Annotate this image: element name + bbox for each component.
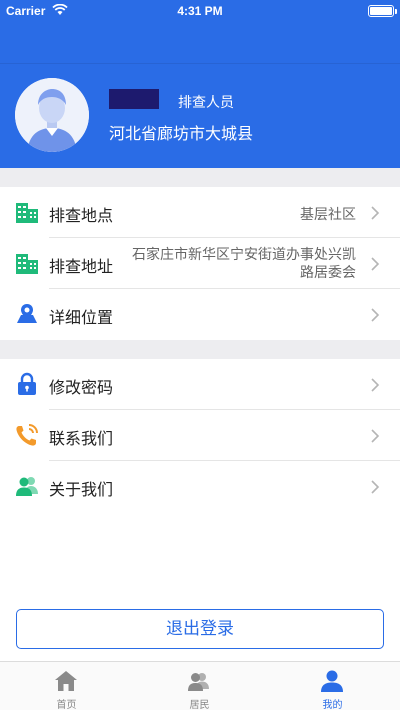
tab-label: 居民 bbox=[189, 700, 210, 710]
building-icon bbox=[15, 251, 39, 275]
menu-label: 关于我们 bbox=[49, 480, 114, 499]
tab-me[interactable]: 我的 bbox=[266, 662, 399, 710]
menu-row-address[interactable]: 排查地址 石家庄市新华区宁安街道办事处兴凯路居委会 bbox=[0, 238, 400, 289]
menu-value: 石家庄市新华区宁安街道办事处兴凯路居委会 bbox=[132, 247, 356, 281]
phone-icon bbox=[15, 423, 39, 447]
home-icon bbox=[54, 669, 78, 693]
section-gap bbox=[0, 340, 400, 359]
logout-button[interactable]: 退出登录 bbox=[16, 609, 384, 649]
tab-bar: 首页 居民 我的 bbox=[0, 661, 400, 710]
menu-row-change-password[interactable]: 修改密码 bbox=[0, 359, 400, 410]
user-region: 河北省廊坊市大城县 bbox=[109, 124, 254, 143]
status-bar: Carrier 4:31 PM bbox=[0, 0, 400, 22]
lock-icon bbox=[15, 372, 39, 396]
chevron-right-icon bbox=[370, 307, 380, 322]
menu-label: 联系我们 bbox=[49, 429, 114, 448]
tab-label: 首页 bbox=[56, 700, 77, 710]
menu-label: 修改密码 bbox=[49, 378, 114, 397]
chevron-right-icon bbox=[370, 377, 380, 392]
chevron-right-icon bbox=[370, 479, 380, 494]
chevron-right-icon bbox=[370, 205, 380, 220]
menu-value: 基层社区 bbox=[300, 207, 356, 223]
menu-row-about-us[interactable]: 关于我们 bbox=[0, 461, 400, 512]
section-gap bbox=[0, 168, 400, 187]
battery-icon bbox=[368, 5, 397, 17]
menu-row-location[interactable]: 排查地点 基层社区 bbox=[0, 187, 400, 238]
menu-label: 排查地点 bbox=[49, 206, 114, 225]
person-icon bbox=[320, 669, 344, 693]
avatar[interactable] bbox=[15, 78, 89, 152]
profile-header: 排查人员 河北省廊坊市大城县 bbox=[0, 64, 400, 168]
user-role: 排查人员 bbox=[178, 95, 234, 111]
users-icon bbox=[15, 474, 39, 498]
menu-row-detail-location[interactable]: 详细位置 bbox=[0, 289, 400, 340]
tab-residents[interactable]: 居民 bbox=[133, 662, 266, 710]
chevron-right-icon bbox=[370, 256, 380, 271]
tab-home[interactable]: 首页 bbox=[0, 662, 133, 710]
redacted-name bbox=[109, 89, 159, 109]
menu-label: 排查地址 bbox=[49, 257, 114, 276]
status-time: 4:31 PM bbox=[177, 4, 223, 18]
residents-icon bbox=[187, 669, 211, 693]
tab-label: 我的 bbox=[322, 700, 343, 710]
map-pin-icon bbox=[15, 302, 39, 326]
building-icon bbox=[15, 200, 39, 224]
menu-label: 详细位置 bbox=[49, 308, 114, 327]
chevron-right-icon bbox=[370, 428, 380, 443]
navigation-bar bbox=[0, 22, 400, 64]
menu-row-contact-us[interactable]: 联系我们 bbox=[0, 410, 400, 461]
